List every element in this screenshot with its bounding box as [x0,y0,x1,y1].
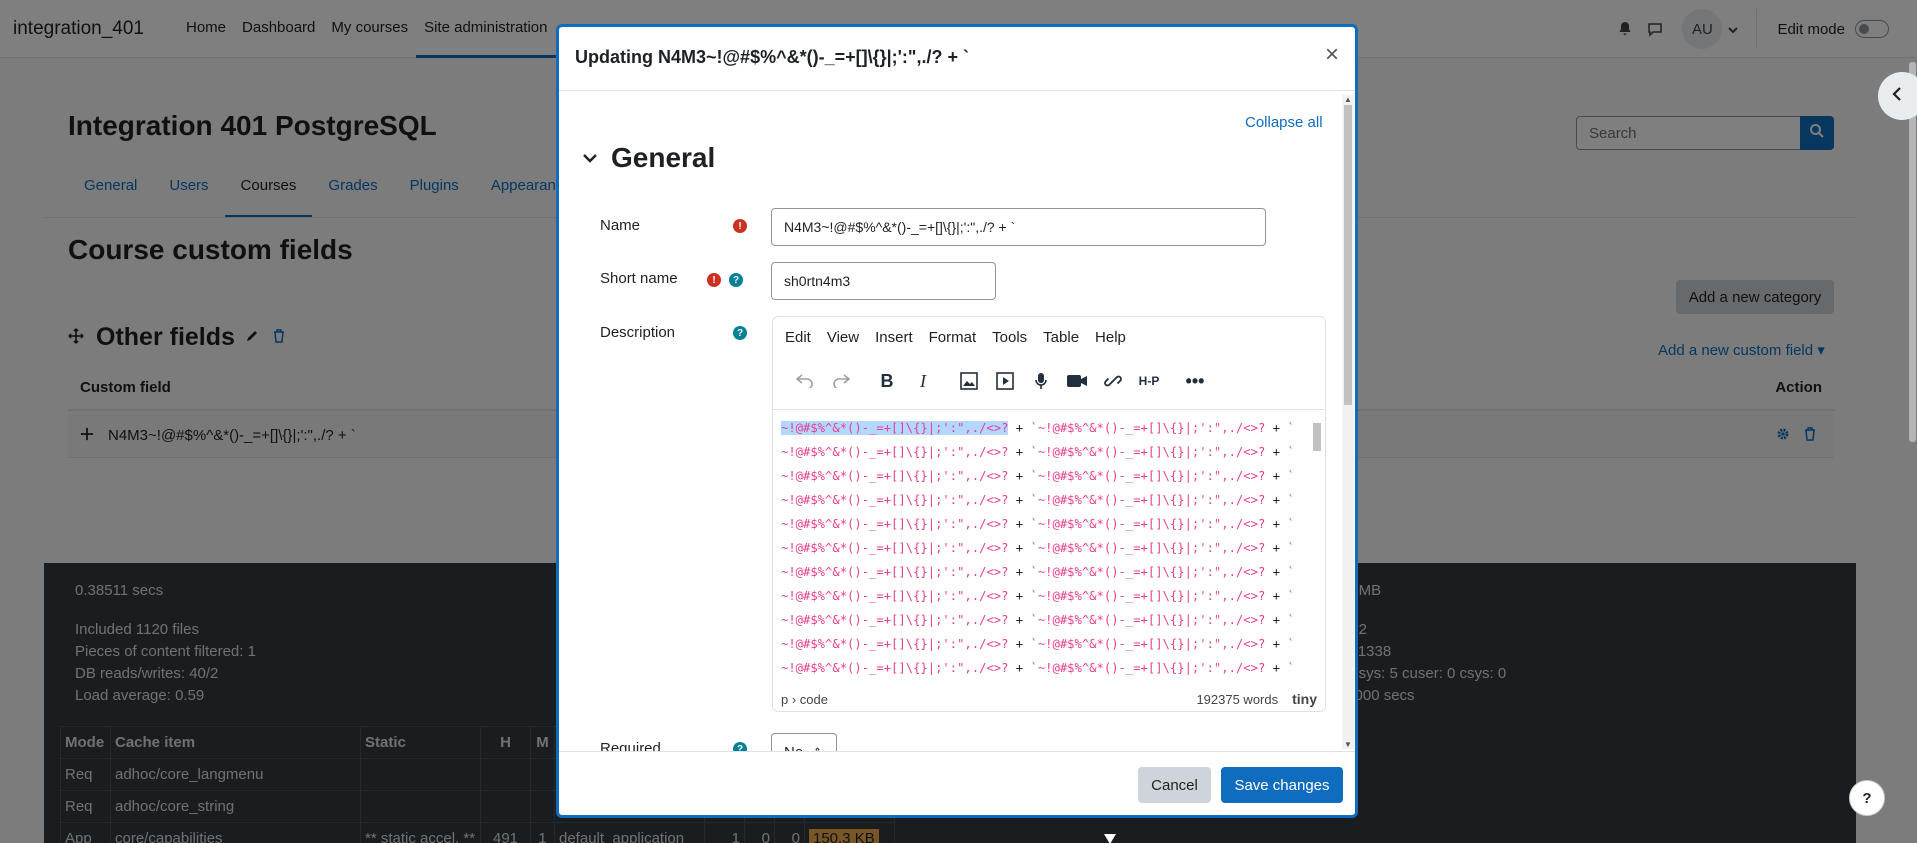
menu-tools[interactable]: Tools [992,329,1027,346]
mouse-cursor [1104,834,1116,843]
element-path[interactable]: p › code [781,692,1196,707]
description-label: Description [600,324,676,341]
description-editor: Edit View Insert Format Tools Table Help… [772,316,1326,712]
editor-statusbar: p › code 192375 words tiny [773,687,1325,711]
modal-body: Collapse all General Name ! N4M3~!@#$%^&… [559,92,1355,752]
section-title: General [611,142,716,173]
plus-separator: + [1008,445,1031,459]
plus-separator: + [1265,565,1288,579]
code-snippet: `~!@#$%^&*()-_=+[]\{}|;':",./<>? [1030,565,1266,579]
required-icon: ! [733,219,747,233]
scroll-up-arrow-icon[interactable]: ▲ [1344,95,1352,104]
name-field[interactable]: N4M3~!@#$%^&*()-_=+[]\{}|;':",./? + ` [771,208,1266,246]
code-snippet: `~!@#$%^&*()-_=+[]\{}|;':",./<>? [1030,493,1266,507]
code-snippet: `~!@#$%^&*()-_=+[]\{}|;':",./<>? [1030,541,1266,555]
plus-separator: + [1265,445,1288,459]
editor-menubar: Edit View Insert Format Tools Table Help [773,317,1325,357]
plus-separator: + [1265,469,1288,483]
plus-separator: + [1265,613,1288,627]
plus-separator: + [1008,637,1031,651]
required-icon: ! [707,273,721,287]
media-icon[interactable] [989,365,1021,397]
page-scrollbar-thumb[interactable] [1909,62,1916,442]
editor-text[interactable]: ~!@#$%^&*()-_=+[]\{}|;':",./<>? + `~!@#$… [781,416,1301,685]
cancel-button[interactable]: Cancel [1138,767,1211,803]
editor-scrollbar[interactable] [1311,413,1323,683]
editor-scrollbar-thumb[interactable] [1313,423,1321,451]
code-snippet: `~!@#$%^&*()-_=+[]\{}|;':",./<>? [1030,421,1266,435]
more-icon[interactable]: ••• [1179,365,1211,397]
code-snippet: `~!@#$%^&*()-_=+[]\{}|;':",./<>? [1030,469,1266,483]
required-select[interactable]: No ⇕ [771,733,837,752]
plus-separator: + [1008,565,1031,579]
plus-separator: + [1265,661,1288,675]
redo-icon[interactable] [825,365,857,397]
collapse-all-link[interactable]: Collapse all [1245,114,1323,131]
plus-separator: + [1265,637,1288,651]
plus-separator: + [1008,661,1031,675]
menu-view[interactable]: View [827,329,859,346]
help-icon[interactable]: ? [729,273,743,287]
editor-toolbar: B I H-P ••• [773,361,1325,401]
help-icon[interactable]: ? [733,326,747,340]
menu-table[interactable]: Table [1043,329,1079,346]
plus-separator: + [1008,421,1031,435]
modal-scrollbar-thumb[interactable] [1344,105,1352,405]
plus-separator: + [1008,517,1031,531]
shortname-icons: ! ? [707,273,743,287]
menu-edit[interactable]: Edit [785,329,811,346]
code-snippet: `~!@#$%^&*()-_=+[]\{}|;':",./<>? [1030,517,1266,531]
plus-separator: + [1265,421,1288,435]
code-snippet: `~!@#$%^&*()-_=+[]\{}|;':",./<>? [1030,445,1266,459]
plus-separator: + [1008,493,1031,507]
plus-separator: + [1008,541,1031,555]
plus-separator: + [1008,469,1031,483]
scroll-down-arrow-icon[interactable]: ▼ [1344,740,1352,749]
plus-separator: + [1265,493,1288,507]
code-snippet: `~!@#$%^&*()-_=+[]\{}|;':",./<>? [1030,589,1266,603]
modal-scrollbar[interactable]: ▲ ▼ [1342,95,1354,749]
code-snippet: `~!@#$%^&*()-_=+[]\{}|;':",./<>? [1030,661,1266,675]
close-icon[interactable]: × [1325,43,1339,67]
modal-footer: Cancel Save changes [559,751,1355,818]
plus-separator: + [1265,541,1288,555]
chevron-down-icon[interactable] [583,150,597,167]
name-label: Name [600,217,641,234]
modal-title: Updating N4M3~!@#$%^&*()-_=+[]\{}|;':",.… [575,47,969,67]
menu-format[interactable]: Format [929,329,977,346]
help-button[interactable]: ? [1849,780,1885,816]
record-audio-icon[interactable] [1025,365,1057,397]
word-count[interactable]: 192375 words [1196,692,1278,707]
editor-content-area[interactable]: ~!@#$%^&*()-_=+[]\{}|;':",./<>? + `~!@#$… [773,409,1325,685]
save-changes-button[interactable]: Save changes [1221,767,1343,803]
shortname-label: Short name [600,270,678,287]
plus-separator: + [1265,517,1288,531]
image-icon[interactable] [953,365,985,397]
menu-help[interactable]: Help [1095,329,1126,346]
chevron-left-icon [1892,87,1902,105]
selected-text[interactable]: ~!@#$%^&*()-_=+[]\{}|;':",./<>? [781,421,1009,435]
h5p-icon[interactable]: H-P [1133,365,1165,397]
link-icon[interactable] [1097,365,1129,397]
plus-separator: + [1008,613,1031,627]
name-icons: ! [733,219,747,233]
record-video-icon[interactable] [1061,365,1093,397]
description-icons: ? [733,326,747,340]
plus-separator: + [1265,589,1288,603]
code-snippet: `~!@#$%^&*()-_=+[]\{}|;':",./<>? [1030,613,1266,627]
tiny-logo[interactable]: tiny [1292,691,1317,707]
undo-icon[interactable] [789,365,821,397]
italic-icon[interactable]: I [907,365,939,397]
menu-insert[interactable]: Insert [875,329,913,346]
plus-separator: + [1008,589,1031,603]
update-field-modal: Updating N4M3~!@#$%^&*()-_=+[]\{}|;':",.… [556,24,1358,818]
modal-header: Updating N4M3~!@#$%^&*()-_=+[]\{}|;':",.… [559,27,1355,91]
general-section-header[interactable]: General [583,142,715,174]
bold-icon[interactable]: B [871,365,903,397]
shortname-field[interactable]: sh0rtn4m3 [771,262,996,300]
code-snippet: `~!@#$%^&*()-_=+[]\{}|;':",./<>? [1030,637,1266,651]
